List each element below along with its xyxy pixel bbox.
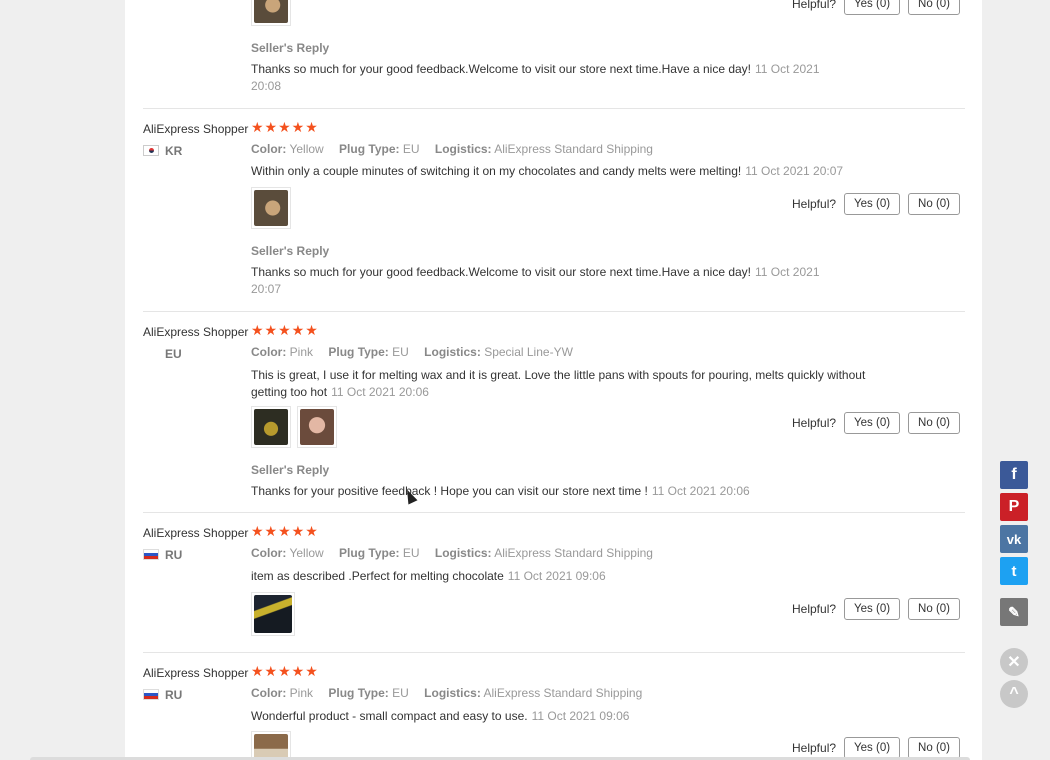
seller-reply-title: Seller's Reply (251, 244, 330, 258)
feedback-text: item as described .Perfect for melting c… (251, 569, 606, 583)
feedback-date: 11 Oct 2021 20:06 (331, 385, 429, 399)
seller-reply-text: Thanks so much for your good feedback.We… (251, 62, 820, 93)
seller-reply-date: 11 Oct 2021 20:06 (651, 484, 750, 498)
feedback-text: This is great, I use it for melting wax … (251, 368, 866, 399)
edit-icon[interactable]: ✎ (1000, 598, 1028, 626)
feedback-date: 11 Oct 2021 09:06 (507, 569, 606, 583)
flag-eu-icon (143, 348, 159, 359)
helpful-no-button[interactable]: No (0) (908, 598, 960, 620)
feedback-photos (251, 0, 291, 26)
feedback-photos (251, 731, 291, 760)
reviewer-name: AliExpress Shopper (143, 122, 249, 136)
reviewer-name: AliExpress Shopper (143, 325, 249, 339)
reviewer-country: RU (143, 548, 182, 562)
facebook-share-icon[interactable]: f (1000, 461, 1028, 489)
reviewer-name: AliExpress Shopper (143, 526, 249, 540)
seller-reply-title: Seller's Reply (251, 463, 330, 477)
feedback-photo[interactable] (251, 731, 291, 760)
star-rating: ★★★★★ (251, 523, 319, 539)
order-attributes: Color: Pink Plug Type: EU Logistics: Ali… (251, 686, 643, 700)
feedback-photos (251, 406, 337, 448)
helpful-label: Helpful? (792, 0, 837, 11)
feedback-photos (251, 592, 295, 636)
seller-reply-text: Thanks so much for your good feedback.We… (251, 265, 820, 296)
feedback-photo[interactable] (251, 187, 291, 229)
order-attributes: Color: Yellow Plug Type: EU Logistics: A… (251, 142, 653, 156)
twitter-share-icon[interactable]: t (1000, 557, 1028, 585)
star-rating: ★★★★★ (251, 663, 319, 679)
helpful-yes-button[interactable]: Yes (0) (844, 193, 901, 215)
helpful-label: Helpful? (792, 416, 837, 430)
feedback-photo[interactable] (251, 592, 295, 636)
helpful-control: Helpful? Yes (0) No (0) (792, 598, 960, 620)
helpful-no-button[interactable]: No (0) (908, 412, 960, 434)
helpful-control: Helpful? Yes (0) No (0) (792, 0, 960, 15)
helpful-no-button[interactable]: No (0) (908, 737, 960, 759)
close-icon[interactable]: ✕ (1000, 648, 1028, 676)
reviewer-country: EU (143, 347, 182, 361)
feedback-photo[interactable] (251, 0, 291, 26)
helpful-label: Helpful? (792, 741, 837, 755)
reviewer-name: AliExpress Shopper (143, 666, 249, 680)
divider (143, 512, 965, 513)
feedback-photo[interactable] (297, 406, 337, 448)
star-rating: ★★★★★ (251, 322, 319, 338)
star-rating: ★★★★★ (251, 119, 319, 135)
flag-ru-icon (143, 689, 159, 700)
helpful-control: Helpful? Yes (0) No (0) (792, 193, 960, 215)
flag-kr-icon (143, 145, 159, 156)
divider (143, 311, 965, 312)
seller-reply-title: Seller's Reply (251, 41, 330, 55)
reviewer-country: RU (143, 688, 182, 702)
feedback-list: Helpful? Yes (0) No (0) Seller's Reply T… (125, 0, 982, 760)
feedback-date: 11 Oct 2021 20:07 (745, 164, 844, 178)
vk-share-icon[interactable]: vk (1000, 525, 1028, 553)
feedback-photos (251, 187, 291, 229)
divider (143, 108, 965, 109)
helpful-yes-button[interactable]: Yes (0) (844, 737, 901, 759)
feedback-text: Within only a couple minutes of switchin… (251, 164, 844, 178)
order-attributes: Color: Pink Plug Type: EU Logistics: Spe… (251, 345, 573, 359)
helpful-label: Helpful? (792, 602, 837, 616)
reviewer-country: KR (143, 144, 182, 158)
order-attributes: Color: Yellow Plug Type: EU Logistics: A… (251, 546, 653, 560)
helpful-no-button[interactable]: No (0) (908, 193, 960, 215)
feedback-photo[interactable] (251, 406, 291, 448)
helpful-yes-button[interactable]: Yes (0) (844, 412, 901, 434)
flag-ru-icon (143, 549, 159, 560)
back-to-top-icon[interactable]: ^ (1000, 680, 1028, 708)
seller-reply-text: Thanks for your positive feedback ! Hope… (251, 484, 750, 498)
divider (143, 652, 965, 653)
feedback-date: 11 Oct 2021 09:06 (531, 709, 630, 723)
helpful-no-button[interactable]: No (0) (908, 0, 960, 15)
helpful-label: Helpful? (792, 197, 837, 211)
helpful-control: Helpful? Yes (0) No (0) (792, 412, 960, 434)
helpful-yes-button[interactable]: Yes (0) (844, 598, 901, 620)
helpful-control: Helpful? Yes (0) No (0) (792, 737, 960, 759)
helpful-yes-button[interactable]: Yes (0) (844, 0, 901, 15)
feedback-text: Wonderful product - small compact and ea… (251, 709, 630, 723)
pinterest-share-icon[interactable]: P (1000, 493, 1028, 521)
